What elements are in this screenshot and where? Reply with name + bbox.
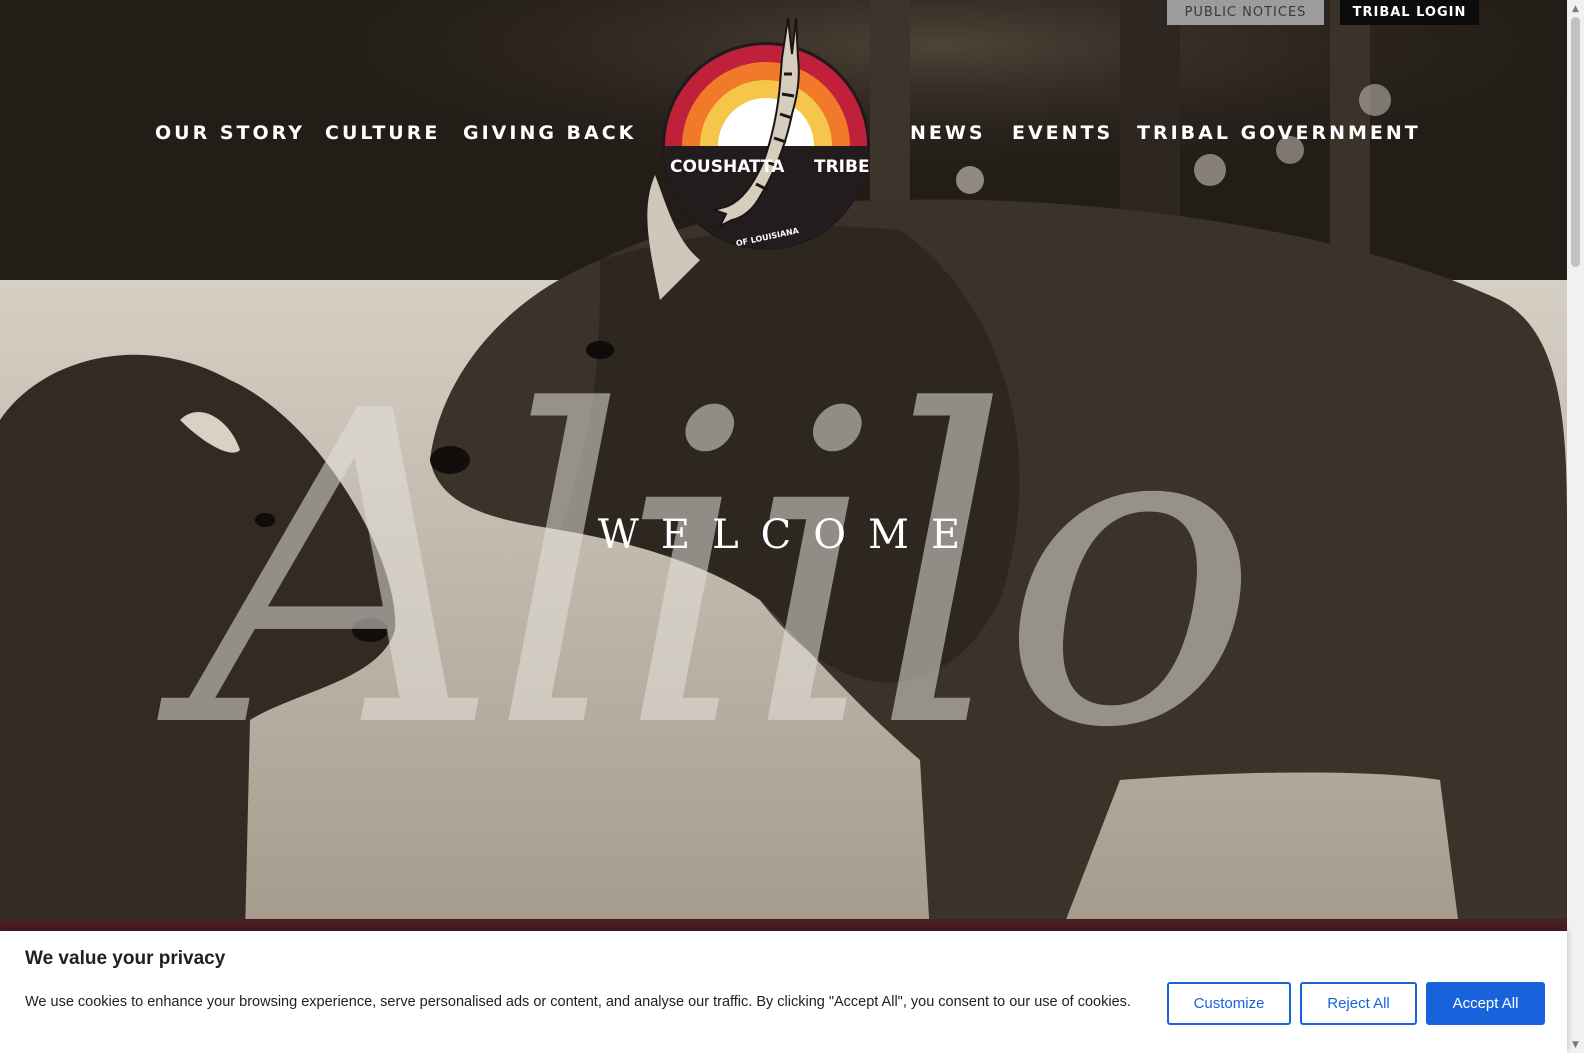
nav-tribal-government[interactable]: TRIBAL GOVERNMENT [1137, 122, 1421, 144]
scroll-thumb[interactable] [1571, 17, 1580, 267]
public-notices-button[interactable]: PUBLIC NOTICES [1167, 0, 1324, 25]
logo-word-right: TRIBE [814, 157, 870, 177]
customize-button[interactable]: Customize [1167, 982, 1291, 1025]
coushatta-tribe-logo[interactable]: COUSHATTA TRIBE OF LOUISIANA [662, 14, 882, 254]
nav-giving-back[interactable]: GIVING BACK [463, 122, 636, 144]
accept-all-button[interactable]: Accept All [1426, 982, 1545, 1025]
tribal-login-button[interactable]: TRIBAL LOGIN [1340, 0, 1479, 25]
reject-all-button[interactable]: Reject All [1300, 982, 1417, 1025]
scroll-down-arrow-icon[interactable]: ▼ [1567, 1036, 1584, 1053]
script-word-text: Aliilo [156, 322, 1249, 800]
page: Aliilo WELCOME PUBLIC NOTICES TRIBAL LOG… [0, 0, 1584, 1053]
cookie-consent-banner: We value your privacy We use cookies to … [0, 931, 1567, 1053]
logo-word-left: COUSHATTA [670, 157, 785, 177]
nav-culture[interactable]: CULTURE [325, 122, 440, 144]
nav-our-story[interactable]: OUR STORY [155, 122, 305, 144]
welcome-heading: WELCOME [597, 512, 983, 558]
scroll-up-arrow-icon[interactable]: ▲ [1567, 0, 1584, 17]
cookie-description: We use cookies to enhance your browsing … [25, 994, 1131, 1010]
cookie-title: We value your privacy [25, 948, 226, 969]
page-scrollbar[interactable]: ▲ ▼ [1567, 0, 1584, 1053]
nav-news[interactable]: NEWS [910, 122, 986, 144]
nav-events[interactable]: EVENTS [1012, 122, 1113, 144]
